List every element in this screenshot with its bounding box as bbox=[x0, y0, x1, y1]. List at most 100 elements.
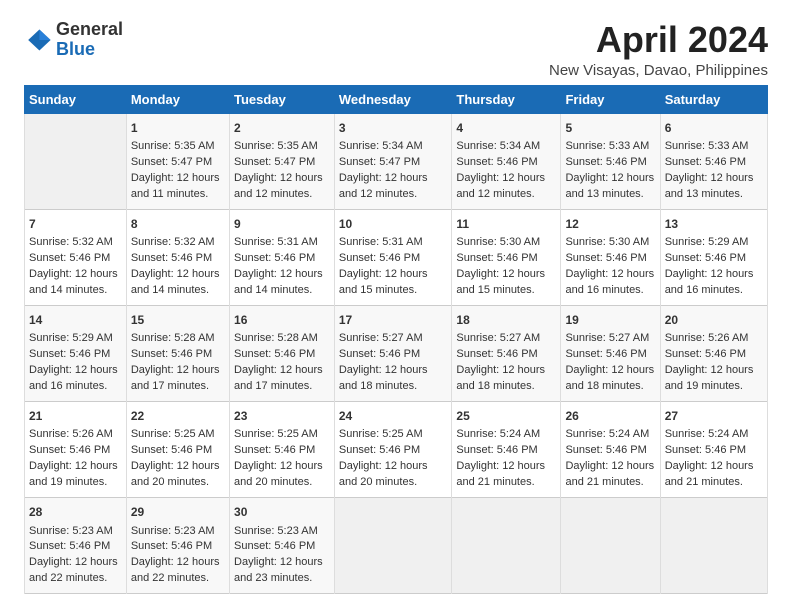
day-info: Daylight: 12 hours and 16 minutes. bbox=[29, 363, 122, 395]
calendar-week-row: 7Sunrise: 5:32 AMSunset: 5:46 PMDaylight… bbox=[25, 209, 768, 305]
day-info: Sunset: 5:46 PM bbox=[29, 539, 122, 555]
day-info: Sunrise: 5:33 AM bbox=[665, 139, 763, 155]
calendar-cell: 19Sunrise: 5:27 AMSunset: 5:46 PMDayligh… bbox=[561, 305, 660, 401]
day-info: Daylight: 12 hours and 20 minutes. bbox=[339, 459, 448, 491]
day-number: 11 bbox=[456, 216, 556, 233]
day-info: Sunset: 5:46 PM bbox=[456, 155, 556, 171]
day-info: Sunrise: 5:24 AM bbox=[565, 427, 655, 443]
day-info: Sunrise: 5:34 AM bbox=[339, 139, 448, 155]
logo-text-blue: Blue bbox=[56, 39, 95, 59]
calendar-cell: 29Sunrise: 5:23 AMSunset: 5:46 PMDayligh… bbox=[126, 498, 229, 594]
calendar-cell: 15Sunrise: 5:28 AMSunset: 5:46 PMDayligh… bbox=[126, 305, 229, 401]
day-number: 5 bbox=[565, 120, 655, 137]
logo-text-general: General bbox=[56, 19, 123, 39]
header: General Blue April 2024 New Visayas, Dav… bbox=[24, 20, 768, 79]
day-info: Daylight: 12 hours and 21 minutes. bbox=[565, 459, 655, 491]
calendar-week-row: 1Sunrise: 5:35 AMSunset: 5:47 PMDaylight… bbox=[25, 113, 768, 209]
day-info: Sunrise: 5:35 AM bbox=[234, 139, 330, 155]
day-info: Sunrise: 5:27 AM bbox=[565, 331, 655, 347]
calendar-cell: 2Sunrise: 5:35 AMSunset: 5:47 PMDaylight… bbox=[230, 113, 335, 209]
day-info: Sunset: 5:46 PM bbox=[665, 155, 763, 171]
day-number: 14 bbox=[29, 312, 122, 329]
day-info: Sunset: 5:46 PM bbox=[565, 443, 655, 459]
column-header-thursday: Thursday bbox=[452, 85, 561, 113]
day-info: Sunrise: 5:35 AM bbox=[131, 139, 225, 155]
day-info: Daylight: 12 hours and 22 minutes. bbox=[29, 555, 122, 587]
day-info: Sunrise: 5:23 AM bbox=[29, 524, 122, 540]
day-info: Sunrise: 5:25 AM bbox=[234, 427, 330, 443]
day-info: Daylight: 12 hours and 15 minutes. bbox=[339, 267, 448, 299]
day-info: Sunset: 5:46 PM bbox=[339, 347, 448, 363]
day-info: Daylight: 12 hours and 23 minutes. bbox=[234, 555, 330, 587]
day-info: Daylight: 12 hours and 12 minutes. bbox=[234, 171, 330, 203]
day-info: Sunrise: 5:25 AM bbox=[339, 427, 448, 443]
day-info: Sunset: 5:46 PM bbox=[456, 347, 556, 363]
day-info: Sunrise: 5:26 AM bbox=[665, 331, 763, 347]
day-info: Sunset: 5:46 PM bbox=[29, 347, 122, 363]
day-info: Sunrise: 5:32 AM bbox=[131, 235, 225, 251]
day-info: Sunrise: 5:31 AM bbox=[339, 235, 448, 251]
day-info: Sunset: 5:46 PM bbox=[565, 347, 655, 363]
day-info: Sunrise: 5:33 AM bbox=[565, 139, 655, 155]
day-info: Sunrise: 5:31 AM bbox=[234, 235, 330, 251]
day-info: Daylight: 12 hours and 14 minutes. bbox=[29, 267, 122, 299]
day-number: 12 bbox=[565, 216, 655, 233]
calendar-cell: 9Sunrise: 5:31 AMSunset: 5:46 PMDaylight… bbox=[230, 209, 335, 305]
calendar-cell: 27Sunrise: 5:24 AMSunset: 5:46 PMDayligh… bbox=[660, 402, 767, 498]
day-info: Daylight: 12 hours and 21 minutes. bbox=[456, 459, 556, 491]
day-info: Sunrise: 5:25 AM bbox=[131, 427, 225, 443]
calendar-cell: 3Sunrise: 5:34 AMSunset: 5:47 PMDaylight… bbox=[334, 113, 452, 209]
day-number: 26 bbox=[565, 408, 655, 425]
day-info: Daylight: 12 hours and 13 minutes. bbox=[565, 171, 655, 203]
day-number: 4 bbox=[456, 120, 556, 137]
day-number: 15 bbox=[131, 312, 225, 329]
day-info: Daylight: 12 hours and 14 minutes. bbox=[234, 267, 330, 299]
calendar-cell bbox=[452, 498, 561, 594]
calendar-cell: 23Sunrise: 5:25 AMSunset: 5:46 PMDayligh… bbox=[230, 402, 335, 498]
calendar-cell: 13Sunrise: 5:29 AMSunset: 5:46 PMDayligh… bbox=[660, 209, 767, 305]
day-info: Daylight: 12 hours and 22 minutes. bbox=[131, 555, 225, 587]
day-info: Sunrise: 5:24 AM bbox=[456, 427, 556, 443]
calendar-cell: 10Sunrise: 5:31 AMSunset: 5:46 PMDayligh… bbox=[334, 209, 452, 305]
calendar-cell: 7Sunrise: 5:32 AMSunset: 5:46 PMDaylight… bbox=[25, 209, 127, 305]
calendar-cell bbox=[334, 498, 452, 594]
day-info: Daylight: 12 hours and 16 minutes. bbox=[565, 267, 655, 299]
day-info: Sunset: 5:46 PM bbox=[456, 251, 556, 267]
calendar-cell: 6Sunrise: 5:33 AMSunset: 5:46 PMDaylight… bbox=[660, 113, 767, 209]
calendar-cell: 25Sunrise: 5:24 AMSunset: 5:46 PMDayligh… bbox=[452, 402, 561, 498]
main-title: April 2024 bbox=[549, 20, 768, 60]
day-number: 21 bbox=[29, 408, 122, 425]
column-header-friday: Friday bbox=[561, 85, 660, 113]
day-info: Sunset: 5:46 PM bbox=[234, 347, 330, 363]
logo-icon bbox=[24, 26, 52, 54]
day-info: Daylight: 12 hours and 12 minutes. bbox=[339, 171, 448, 203]
day-info: Sunrise: 5:26 AM bbox=[29, 427, 122, 443]
day-info: Sunset: 5:46 PM bbox=[29, 251, 122, 267]
column-header-wednesday: Wednesday bbox=[334, 85, 452, 113]
calendar-week-row: 14Sunrise: 5:29 AMSunset: 5:46 PMDayligh… bbox=[25, 305, 768, 401]
calendar-week-row: 21Sunrise: 5:26 AMSunset: 5:46 PMDayligh… bbox=[25, 402, 768, 498]
calendar-cell: 17Sunrise: 5:27 AMSunset: 5:46 PMDayligh… bbox=[334, 305, 452, 401]
calendar-cell: 24Sunrise: 5:25 AMSunset: 5:46 PMDayligh… bbox=[334, 402, 452, 498]
day-number: 27 bbox=[665, 408, 763, 425]
day-info: Daylight: 12 hours and 21 minutes. bbox=[665, 459, 763, 491]
calendar-cell: 30Sunrise: 5:23 AMSunset: 5:46 PMDayligh… bbox=[230, 498, 335, 594]
calendar-cell: 11Sunrise: 5:30 AMSunset: 5:46 PMDayligh… bbox=[452, 209, 561, 305]
day-info: Sunset: 5:46 PM bbox=[339, 443, 448, 459]
logo: General Blue bbox=[24, 20, 123, 60]
day-info: Sunrise: 5:28 AM bbox=[234, 331, 330, 347]
day-number: 10 bbox=[339, 216, 448, 233]
day-info: Daylight: 12 hours and 17 minutes. bbox=[131, 363, 225, 395]
day-info: Sunrise: 5:30 AM bbox=[456, 235, 556, 251]
subtitle: New Visayas, Davao, Philippines bbox=[549, 62, 768, 79]
day-info: Sunset: 5:46 PM bbox=[29, 443, 122, 459]
day-info: Daylight: 12 hours and 20 minutes. bbox=[131, 459, 225, 491]
day-info: Sunset: 5:46 PM bbox=[665, 347, 763, 363]
day-info: Sunset: 5:47 PM bbox=[234, 155, 330, 171]
day-number: 1 bbox=[131, 120, 225, 137]
day-info: Daylight: 12 hours and 13 minutes. bbox=[665, 171, 763, 203]
day-info: Daylight: 12 hours and 18 minutes. bbox=[565, 363, 655, 395]
day-number: 8 bbox=[131, 216, 225, 233]
day-number: 20 bbox=[665, 312, 763, 329]
day-info: Sunset: 5:46 PM bbox=[565, 251, 655, 267]
